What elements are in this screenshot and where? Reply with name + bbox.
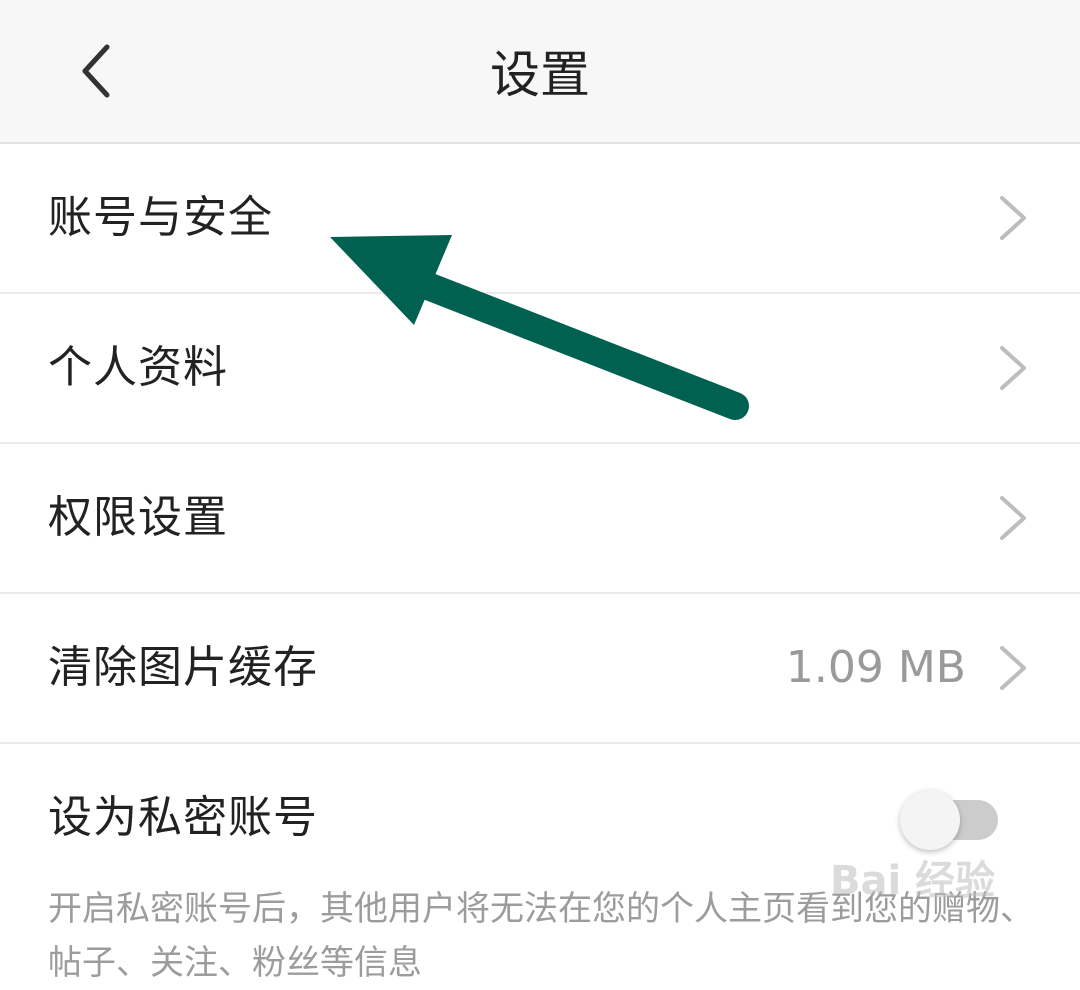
baidu-watermark: Bai 经验	[830, 838, 1030, 918]
settings-item-label: 设为私密账号	[48, 792, 318, 843]
settings-item-permissions[interactable]: 权限设置	[0, 444, 1080, 594]
cache-size-value: 1.09 MB	[785, 642, 966, 693]
private-account-toggle[interactable]	[900, 790, 998, 850]
settings-item-label: 权限设置	[48, 492, 228, 543]
settings-list: 账号与安全 个人资料 权限设置 清除图片缓存 1.09 MB 设为私密账号	[0, 144, 1080, 894]
chevron-right-icon	[1000, 196, 1026, 240]
header-bar: 设置	[0, 0, 1080, 144]
settings-item-clear-cache[interactable]: 清除图片缓存 1.09 MB	[0, 594, 1080, 744]
page-title: 设置	[490, 46, 590, 104]
watermark-text: Bai 经验	[830, 858, 996, 904]
settings-item-label: 清除图片缓存	[48, 642, 318, 693]
chevron-right-icon	[1000, 646, 1026, 690]
settings-item-label: 账号与安全	[48, 192, 273, 243]
chevron-right-icon	[1000, 496, 1026, 540]
settings-item-account-security[interactable]: 账号与安全	[0, 144, 1080, 294]
chevron-right-icon	[1000, 346, 1026, 390]
settings-item-label: 个人资料	[48, 342, 228, 393]
settings-item-profile[interactable]: 个人资料	[0, 294, 1080, 444]
